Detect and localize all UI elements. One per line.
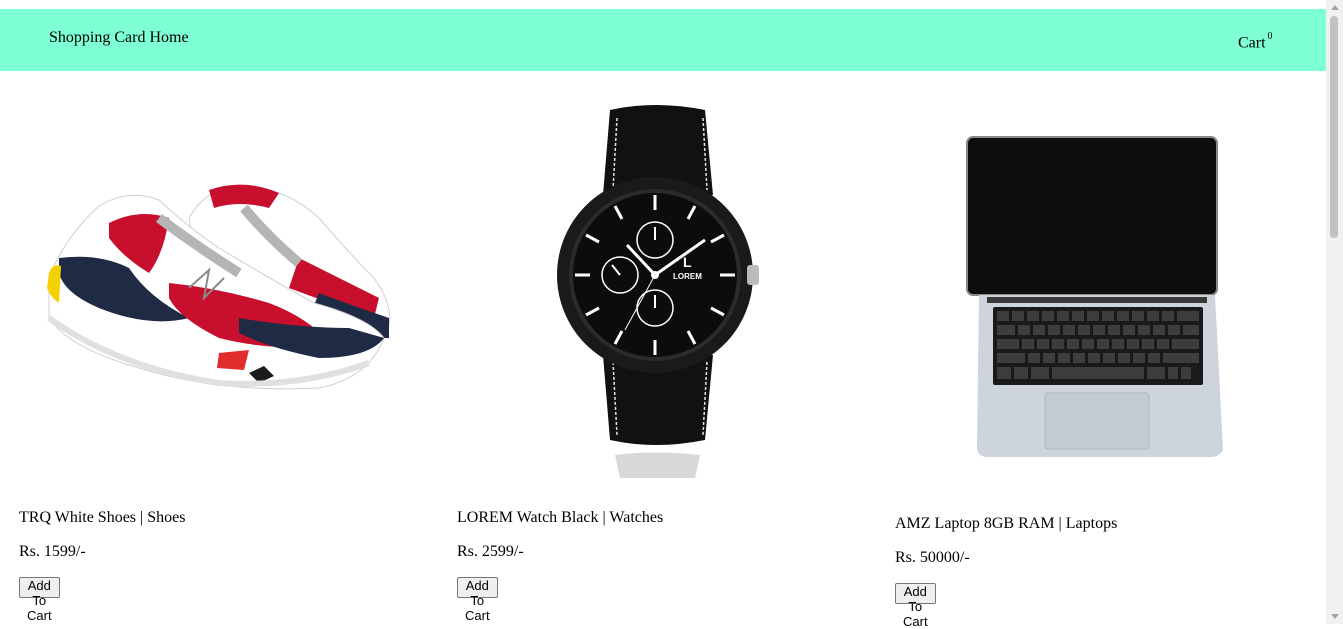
watch-brand-text: LOREM xyxy=(673,272,702,281)
product-title: AMZ Laptop 8GB RAM | Laptops xyxy=(895,515,1118,532)
vertical-scrollbar[interactable] xyxy=(1326,0,1343,624)
sneaker-image xyxy=(47,184,391,390)
cart-label: Cart xyxy=(1238,34,1266,52)
add-to-cart-button[interactable]: Add To Cart xyxy=(19,577,60,623)
watch-image: L LOREM xyxy=(557,105,759,478)
watch-brand-letter: L xyxy=(683,254,692,270)
product-price: Rs. 50000/- xyxy=(895,549,970,566)
brand-home-link[interactable]: Shopping Card Home xyxy=(49,29,189,47)
cart-count-badge: 0 xyxy=(1267,31,1273,42)
product-title: TRQ White Shoes | Shoes xyxy=(19,509,186,526)
product-title: LOREM Watch Black | Watches xyxy=(457,509,664,526)
cart-link[interactable]: Cart 0 xyxy=(1238,31,1273,52)
laptop-image xyxy=(966,136,1223,457)
navbar: Shopping Card Home Cart 0 xyxy=(0,9,1326,71)
add-to-cart-button[interactable]: Add To Cart xyxy=(457,577,498,623)
product-price: Rs. 2599/- xyxy=(457,543,524,560)
scroll-down-arrow-icon[interactable] xyxy=(1331,614,1339,619)
product-price: Rs. 1599/- xyxy=(19,543,86,560)
add-to-cart-button[interactable]: Add To Cart xyxy=(895,583,936,629)
scrollbar-thumb[interactable] xyxy=(1330,16,1338,238)
scroll-up-arrow-icon[interactable] xyxy=(1331,5,1339,10)
